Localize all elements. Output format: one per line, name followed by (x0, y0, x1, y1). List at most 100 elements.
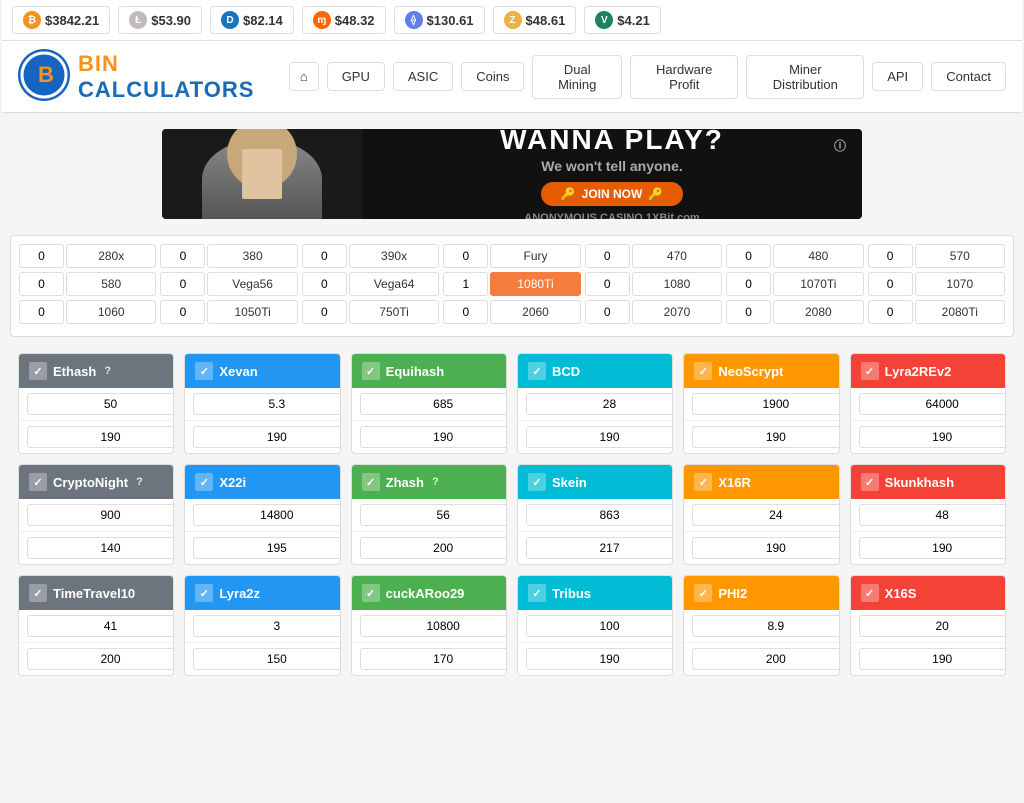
gpu-count-input[interactable] (443, 244, 488, 268)
banner-cta[interactable]: 🔑 JOIN NOW 🔑 (541, 182, 684, 206)
gpu-count-input[interactable] (19, 272, 64, 296)
algo-checkbox[interactable]: ✓ (528, 473, 546, 491)
gpu-count-input[interactable] (868, 244, 913, 268)
algo-value-input[interactable] (692, 504, 839, 526)
algo-value-input[interactable] (193, 426, 340, 448)
algo-checkbox[interactable]: ✓ (362, 362, 380, 380)
gpu-count-input[interactable] (585, 244, 630, 268)
algo-value-input[interactable] (193, 537, 340, 559)
algo-value-input[interactable] (692, 393, 839, 415)
algo-value-input[interactable] (526, 537, 673, 559)
algo-header[interactable]: ✓NeoScrypt (684, 354, 838, 388)
algo-value-input[interactable] (526, 393, 673, 415)
gpu-button[interactable]: GPU (327, 62, 385, 91)
algo-value-input[interactable] (526, 615, 673, 637)
coins-button[interactable]: Coins (461, 62, 524, 91)
api-button[interactable]: API (872, 62, 923, 91)
gpu-count-input[interactable] (726, 244, 771, 268)
algo-info-icon[interactable]: ? (136, 476, 143, 488)
gpu-count-input[interactable] (726, 300, 771, 324)
algo-checkbox[interactable]: ✓ (528, 362, 546, 380)
gpu-count-input[interactable] (160, 300, 205, 324)
algo-value-input[interactable] (360, 426, 507, 448)
algo-checkbox[interactable]: ✓ (29, 584, 47, 602)
algo-value-input[interactable] (692, 537, 839, 559)
algo-value-input[interactable] (27, 537, 174, 559)
algo-header[interactable]: ✓X16R (684, 465, 838, 499)
algo-value-input[interactable] (859, 615, 1006, 637)
algo-value-input[interactable] (193, 615, 340, 637)
algo-checkbox[interactable]: ✓ (528, 584, 546, 602)
gpu-count-input[interactable] (443, 300, 488, 324)
gpu-count-input[interactable] (302, 244, 347, 268)
gpu-count-input[interactable] (302, 300, 347, 324)
algo-checkbox[interactable]: ✓ (195, 362, 213, 380)
gpu-count-input[interactable] (868, 300, 913, 324)
algo-checkbox[interactable]: ✓ (362, 584, 380, 602)
algo-value-input[interactable] (360, 504, 507, 526)
algo-header[interactable]: ✓Skein (518, 465, 672, 499)
miner-distribution-button[interactable]: Miner Distribution (746, 55, 864, 99)
algo-checkbox[interactable]: ✓ (861, 362, 879, 380)
algo-value-input[interactable] (27, 504, 174, 526)
asic-button[interactable]: ASIC (393, 62, 453, 91)
algo-value-input[interactable] (692, 426, 839, 448)
algo-header[interactable]: ✓Equihash (352, 354, 506, 388)
contact-button[interactable]: Contact (931, 62, 1006, 91)
algo-header[interactable]: ✓PHI2 (684, 576, 838, 610)
algo-header[interactable]: ✓Skunkhash (851, 465, 1005, 499)
dual-mining-button[interactable]: Dual Mining (532, 55, 622, 99)
algo-value-input[interactable] (859, 393, 1006, 415)
algo-value-input[interactable] (360, 537, 507, 559)
algo-value-input[interactable] (859, 426, 1006, 448)
algo-value-input[interactable] (859, 648, 1006, 670)
algo-value-input[interactable] (27, 615, 174, 637)
algo-header[interactable]: ✓X16S (851, 576, 1005, 610)
algo-checkbox[interactable]: ✓ (694, 584, 712, 602)
algo-value-input[interactable] (193, 393, 340, 415)
algo-value-input[interactable] (526, 648, 673, 670)
algo-header[interactable]: ✓Lyra2z (185, 576, 339, 610)
banner-info-icon[interactable]: ⓘ (834, 137, 846, 154)
algo-value-input[interactable] (193, 504, 340, 526)
algo-info-icon[interactable]: ? (104, 365, 111, 377)
algo-info-icon[interactable]: ? (432, 476, 439, 488)
algo-checkbox[interactable]: ✓ (861, 584, 879, 602)
algo-checkbox[interactable]: ✓ (29, 473, 47, 491)
algo-header[interactable]: ✓BCD (518, 354, 672, 388)
algo-value-input[interactable] (27, 648, 174, 670)
hardware-profit-button[interactable]: Hardware Profit (630, 55, 738, 99)
gpu-count-input[interactable] (160, 244, 205, 268)
algo-value-input[interactable] (360, 393, 507, 415)
algo-value-input[interactable] (859, 537, 1006, 559)
gpu-count-input[interactable] (868, 272, 913, 296)
algo-value-input[interactable] (692, 648, 839, 670)
gpu-count-input[interactable] (19, 244, 64, 268)
home-button[interactable]: ⌂ (289, 62, 319, 91)
algo-value-input[interactable] (27, 393, 174, 415)
algo-header[interactable]: ✓Tribus (518, 576, 672, 610)
algo-value-input[interactable] (193, 648, 340, 670)
algo-header[interactable]: ✓cuckARoo29 (352, 576, 506, 610)
algo-header[interactable]: ✓CryptoNight? (19, 465, 173, 499)
gpu-count-input[interactable] (585, 272, 630, 296)
gpu-count-input[interactable] (726, 272, 771, 296)
algo-value-input[interactable] (526, 426, 673, 448)
gpu-count-input[interactable] (443, 272, 488, 296)
gpu-count-input[interactable] (585, 300, 630, 324)
gpu-count-input[interactable] (302, 272, 347, 296)
algo-value-input[interactable] (360, 648, 507, 670)
algo-header[interactable]: ✓TimeTravel10 (19, 576, 173, 610)
gpu-count-input[interactable] (19, 300, 64, 324)
algo-header[interactable]: ✓X22i (185, 465, 339, 499)
algo-checkbox[interactable]: ✓ (694, 362, 712, 380)
algo-header[interactable]: ✓Ethash? (19, 354, 173, 388)
algo-checkbox[interactable]: ✓ (362, 473, 380, 491)
algo-header[interactable]: ✓Zhash? (352, 465, 506, 499)
algo-value-input[interactable] (692, 615, 839, 637)
algo-header[interactable]: ✓Xevan (185, 354, 339, 388)
algo-value-input[interactable] (360, 615, 507, 637)
algo-value-input[interactable] (859, 504, 1006, 526)
algo-checkbox[interactable]: ✓ (195, 473, 213, 491)
algo-checkbox[interactable]: ✓ (195, 584, 213, 602)
